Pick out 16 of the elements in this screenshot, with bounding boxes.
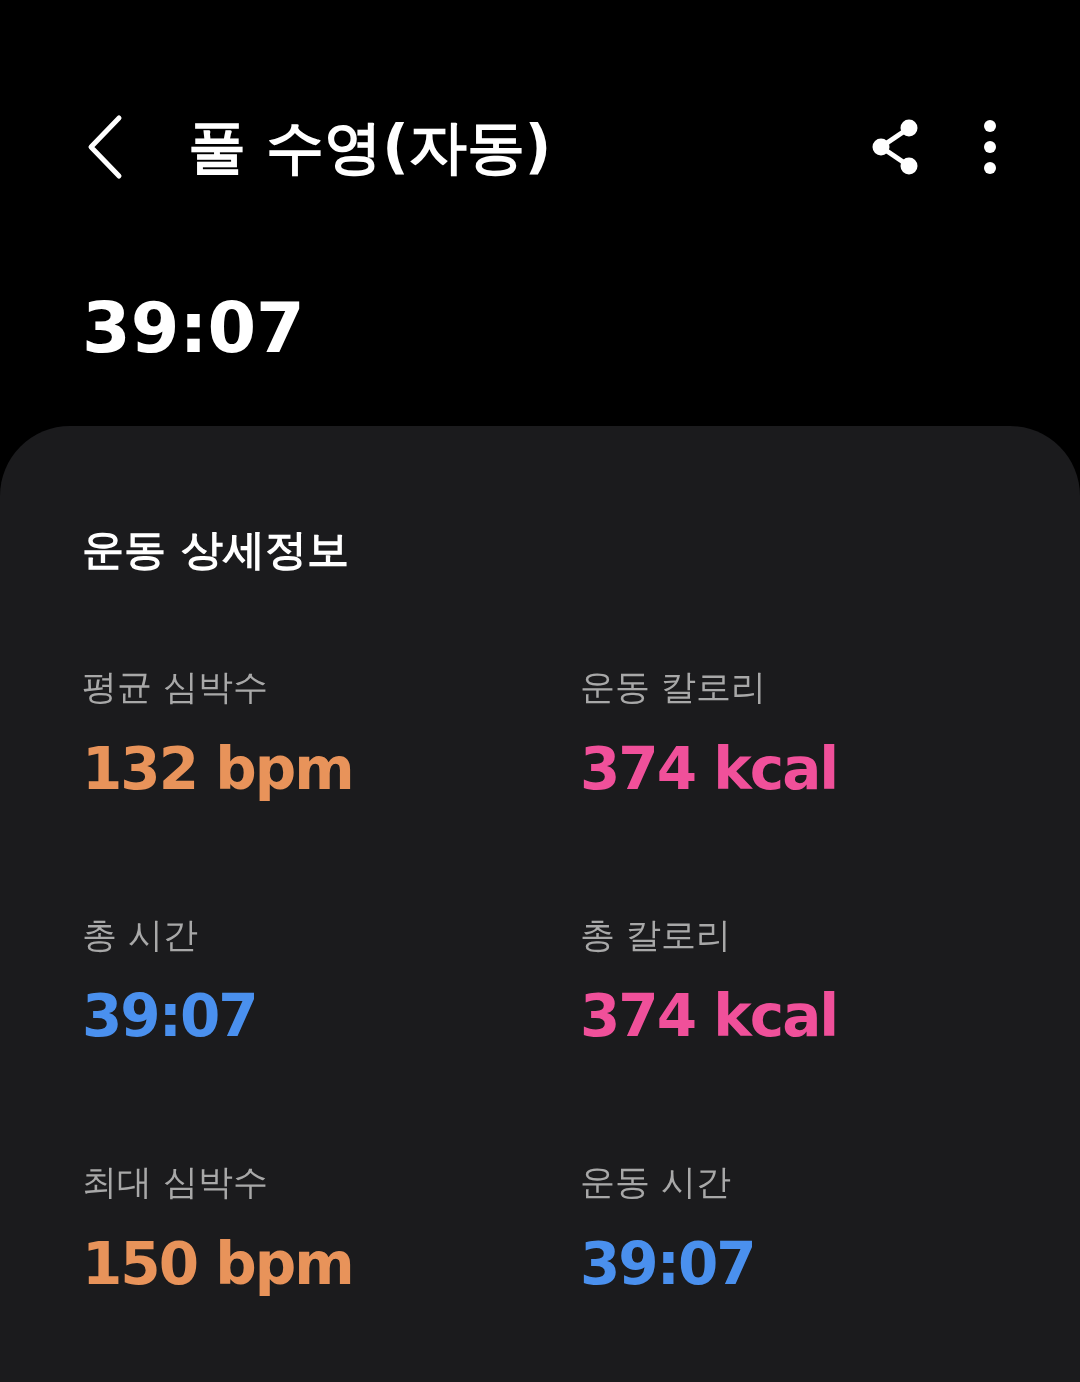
stat-label: 운동 칼로리 bbox=[580, 666, 768, 709]
duration-text: 39:07 bbox=[82, 287, 305, 369]
stat-label: 평균 심박수 bbox=[82, 666, 270, 709]
stat-label: 총 칼로리 bbox=[580, 913, 733, 957]
page-title: 풀 수영(자동) bbox=[188, 111, 552, 183]
stat-value: 374 kcal bbox=[580, 981, 839, 1052]
stat-label: 운동 시간 bbox=[580, 1161, 733, 1204]
stat-value: 374 kcal bbox=[580, 733, 839, 805]
stat-label: 총 시간 bbox=[82, 913, 200, 957]
more-icon bbox=[983, 119, 997, 175]
stat-value: 39:07 bbox=[580, 1228, 756, 1300]
stat-label: 최대 심박수 bbox=[82, 1161, 270, 1204]
stat-value: 132 bpm bbox=[82, 733, 354, 805]
stat-value: 39:07 bbox=[82, 981, 258, 1052]
stat-value: 150 bpm bbox=[82, 1228, 354, 1300]
section-title: 운동 상세정보 bbox=[82, 524, 350, 576]
